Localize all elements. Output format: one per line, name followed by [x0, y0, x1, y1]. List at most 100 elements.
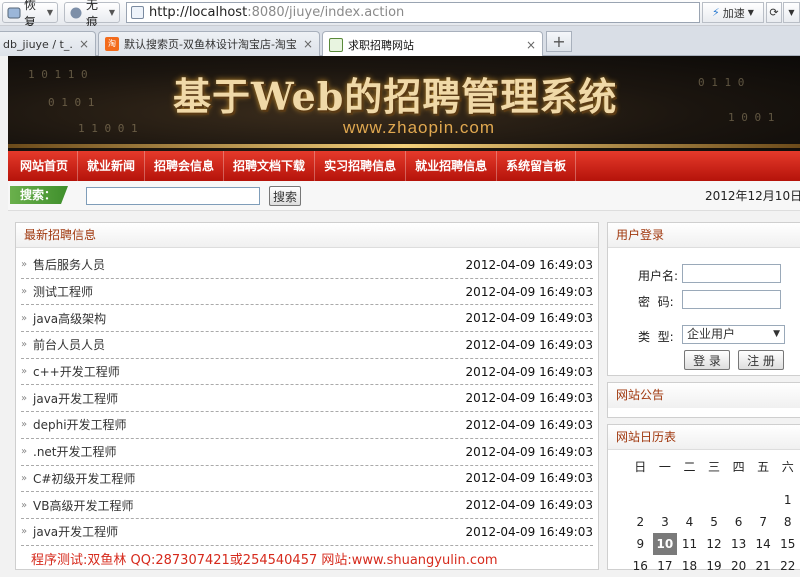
menu-button[interactable]: ▼ — [783, 2, 800, 23]
panel-title: 最新招聘信息 — [16, 223, 598, 248]
calendar-day[interactable]: 15 — [775, 533, 800, 555]
tab-db-jiuye[interactable]: db_jiuye / t_... × — [0, 31, 96, 56]
chevron-down-icon: ▼ — [108, 8, 115, 17]
list-item[interactable]: » VB高级开发工程师 2012-04-09 16:49:03 — [21, 492, 593, 519]
chevron-down-icon: ▼ — [747, 8, 754, 17]
menu-item-guestbook[interactable]: 系统留言板 — [497, 151, 577, 181]
menu-item-docs[interactable]: 招聘文档下载 — [224, 151, 316, 181]
search-button[interactable]: 搜索 — [269, 186, 301, 206]
login-panel: 用户登录 用户名: 密 码: 类 型: 企业用户 ▼ 登 录 注 册 — [607, 222, 800, 376]
close-icon[interactable]: × — [526, 38, 536, 52]
calendar-day[interactable]: 18 — [677, 555, 702, 577]
page-icon — [329, 37, 343, 52]
double-chevron-icon: » — [21, 472, 28, 484]
banner-decoration: 0 1 0 1 — [48, 96, 95, 109]
calendar-week: 16 17 18 19 20 21 22 — [628, 555, 800, 577]
calendar-day[interactable] — [726, 489, 751, 511]
incognito-button[interactable]: 无痕 ▼ — [64, 0, 120, 29]
calendar-day[interactable]: 2 — [628, 511, 653, 533]
list-item[interactable]: » c++开发工程师 2012-04-09 16:49:03 — [21, 359, 593, 386]
calendar-panel: 网站日历表 日 一 二 三 四 五 六 1 2 3 4 5 6 7 8 9 10… — [607, 424, 800, 573]
calendar-day[interactable]: 16 — [628, 555, 653, 577]
browser-toolbar: 恢复 ▼ 无痕 ▼ http://localhost:8080/jiuye/inde… — [0, 0, 800, 29]
page-icon — [131, 6, 144, 19]
password-field[interactable] — [682, 290, 781, 309]
banner-divider — [8, 144, 800, 148]
menu-item-news[interactable]: 就业新闻 — [78, 151, 146, 181]
calendar-day[interactable]: 5 — [702, 511, 727, 533]
double-chevron-icon: » — [21, 259, 28, 271]
calendar-day[interactable]: 21 — [751, 555, 776, 577]
username-field[interactable] — [682, 264, 781, 283]
list-item[interactable]: » dephi开发工程师 2012-04-09 16:49:03 — [21, 412, 593, 439]
refresh-button[interactable]: ⟳ — [766, 2, 782, 23]
search-bar: 搜索： 搜索 2012年12月10日 星 — [8, 181, 800, 211]
calendar-day[interactable]: 7 — [751, 511, 776, 533]
username-row: 用户名: — [608, 264, 800, 286]
calendar-day[interactable]: 12 — [702, 533, 727, 555]
close-icon[interactable]: × — [303, 37, 313, 51]
calendar-day[interactable]: 22 — [775, 555, 800, 577]
calendar-day[interactable]: 14 — [751, 533, 776, 555]
chevron-down-icon: ▼ — [788, 8, 795, 17]
list-item[interactable]: » java开发工程师 2012-04-09 16:49:03 — [21, 385, 593, 413]
calendar-day[interactable] — [751, 489, 776, 511]
calendar-day[interactable]: 20 — [726, 555, 751, 577]
calendar-day[interactable]: 4 — [677, 511, 702, 533]
calendar-day[interactable] — [653, 489, 678, 511]
list-item[interactable]: » 前台人员人员 2012-04-09 16:49:03 — [21, 332, 593, 359]
main-menu: 网站首页 就业新闻 招聘会信息 招聘文档下载 实习招聘信息 就业招聘信息 系统留… — [8, 151, 800, 181]
refresh-icon: ⟳ — [769, 6, 779, 19]
tab-zhaopin[interactable]: 求职招聘网站 × — [322, 31, 543, 57]
panel-title: 用户登录 — [608, 223, 800, 248]
site-title: 基于Web的招聘管理系统 — [173, 74, 618, 119]
calendar-grid: 日 一 二 三 四 五 六 1 2 3 4 5 6 7 8 9 10 11 12… — [628, 455, 800, 577]
list-item[interactable]: » C#初级开发工程师 2012-04-09 16:49:03 — [21, 466, 593, 493]
restore-icon — [7, 6, 21, 20]
search-label: 搜索： — [10, 186, 68, 204]
site-banner: 1 0 1 1 0 0 1 0 1 1 1 0 0 1 0 1 1 0 1 0 … — [8, 56, 800, 151]
tab-taobao[interactable]: 淘 默认搜索页-双鱼林设计淘宝店-淘宝网 × — [98, 31, 320, 56]
calendar-day-today[interactable]: 10 — [652, 533, 678, 555]
job-list: » 售后服务人员 2012-04-09 16:49:03 » 测试工程师 2012-04… — [16, 252, 598, 546]
calendar-day[interactable]: 13 — [726, 533, 751, 555]
panel-title: 网站日历表 — [608, 425, 800, 450]
list-item[interactable]: » java高级架构 2012-04-09 16:49:03 — [21, 305, 593, 333]
user-type-select[interactable]: 企业用户 ▼ — [682, 325, 785, 344]
list-item[interactable]: » .net开发工程师 2012-04-09 16:49:03 — [21, 439, 593, 466]
password-row: 密 码: — [608, 290, 800, 312]
calendar-day[interactable] — [628, 489, 653, 511]
latest-jobs-panel: 最新招聘信息 » 售后服务人员 2012-04-09 16:49:03 » 测试工程师… — [15, 222, 599, 570]
calendar-day[interactable] — [702, 489, 727, 511]
calendar-day[interactable]: 17 — [653, 555, 678, 577]
search-input[interactable] — [86, 187, 260, 205]
list-item[interactable]: » java开发工程师 2012-04-09 16:49:03 — [21, 519, 593, 546]
calendar-day[interactable]: 19 — [702, 555, 727, 577]
calendar-day[interactable] — [677, 489, 702, 511]
menu-item-internship[interactable]: 实习招聘信息 — [315, 151, 407, 181]
menu-item-home[interactable]: 网站首页 — [11, 151, 79, 181]
incognito-icon — [69, 6, 83, 20]
login-button[interactable]: 登 录 — [684, 350, 730, 370]
calendar-day[interactable]: 8 — [775, 511, 800, 533]
double-chevron-icon: » — [21, 366, 28, 378]
address-bar[interactable]: http://localhost:8080/jiuye/index.action — [126, 2, 700, 23]
calendar-week: 1 — [628, 489, 800, 511]
restore-button[interactable]: 恢复 ▼ — [2, 0, 58, 29]
menu-item-jobs[interactable]: 就业招聘信息 — [406, 151, 498, 181]
close-icon[interactable]: × — [79, 37, 89, 51]
calendar-day[interactable]: 11 — [677, 533, 702, 555]
list-item[interactable]: » 售后服务人员 2012-04-09 16:49:03 — [21, 252, 593, 279]
tab-bar: db_jiuye / t_... × 淘 默认搜索页-双鱼林设计淘宝店-淘宝网 … — [0, 26, 800, 57]
double-chevron-icon: » — [21, 499, 28, 511]
calendar-day[interactable]: 1 — [775, 489, 800, 511]
menu-item-job-fair[interactable]: 招聘会信息 — [145, 151, 225, 181]
calendar-day[interactable]: 3 — [653, 511, 678, 533]
register-button[interactable]: 注 册 — [738, 350, 784, 370]
weekday-label: 三 — [708, 459, 721, 474]
list-item[interactable]: » 测试工程师 2012-04-09 16:49:03 — [21, 279, 593, 306]
calendar-day[interactable]: 9 — [628, 533, 653, 555]
calendar-day[interactable]: 6 — [726, 511, 751, 533]
speedup-button[interactable]: ⚡ 加速 ▼ — [702, 2, 764, 23]
new-tab-button[interactable]: + — [546, 31, 572, 52]
